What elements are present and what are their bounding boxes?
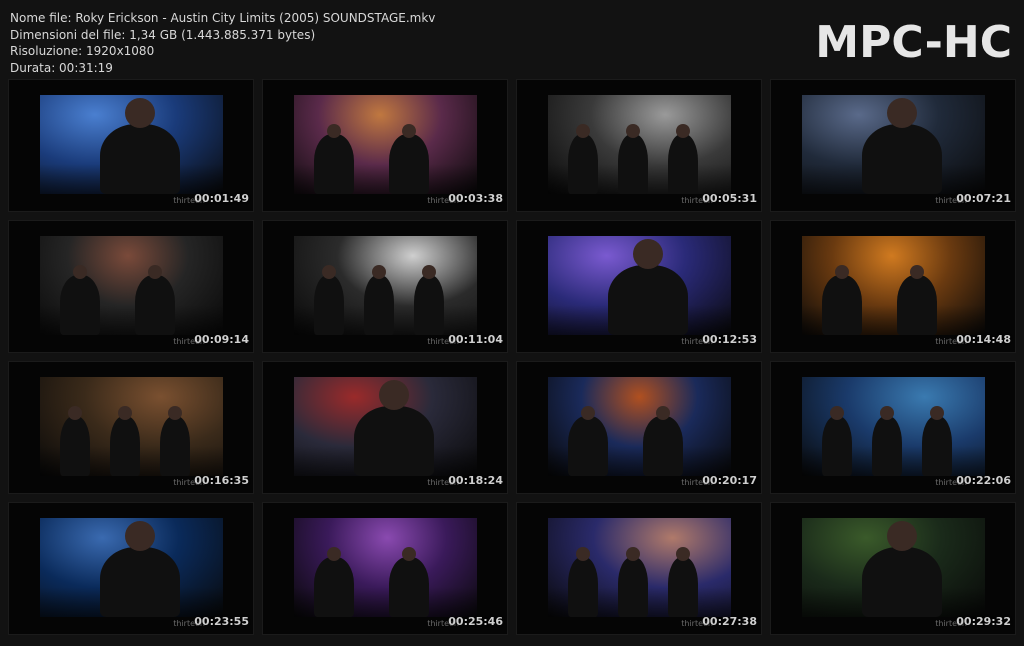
video-thumbnail: thirteen 00:09:14 — [9, 221, 253, 352]
thumbnail-frame — [548, 518, 731, 617]
video-thumbnail: thirteen 00:07:21 — [771, 80, 1015, 211]
video-thumbnail: thirteen 00:22:06 — [771, 362, 1015, 493]
timestamp: 00:07:21 — [956, 192, 1011, 205]
file-size: Dimensioni del file: 1,34 GB (1.443.885.… — [10, 27, 316, 42]
video-thumbnail: thirteen 00:25:46 — [263, 503, 507, 634]
thumbnail-frame — [40, 95, 223, 194]
timestamp: 00:18:24 — [448, 474, 503, 487]
thumbnail-frame — [294, 377, 477, 476]
timestamp: 00:22:06 — [956, 474, 1011, 487]
thumbnail-frame — [40, 236, 223, 335]
thumbnail-frame — [548, 95, 731, 194]
video-thumbnail: thirteen 00:01:49 — [9, 80, 253, 211]
timestamp: 00:12:53 — [702, 333, 757, 346]
timestamp: 00:16:35 — [194, 474, 249, 487]
video-thumbnail: thirteen 00:29:32 — [771, 503, 1015, 634]
timestamp: 00:01:49 — [194, 192, 249, 205]
timestamp: 00:14:48 — [956, 333, 1011, 346]
thumbnail-frame — [40, 518, 223, 617]
mpc-hc-logo: MPC-HC — [815, 17, 1012, 68]
video-thumbnail: thirteen 00:03:38 — [263, 80, 507, 211]
video-thumbnail: thirteen 00:23:55 — [9, 503, 253, 634]
timestamp: 00:23:55 — [194, 615, 249, 628]
video-thumbnail: thirteen 00:27:38 — [517, 503, 761, 634]
thumbnail-frame — [548, 377, 731, 476]
timestamp: 00:25:46 — [448, 615, 503, 628]
thumbnail-frame — [294, 236, 477, 335]
video-thumbnail: thirteen 00:12:53 — [517, 221, 761, 352]
video-thumbnail: thirteen 00:20:17 — [517, 362, 761, 493]
timestamp: 00:09:14 — [194, 333, 249, 346]
video-thumbnail: thirteen 00:14:48 — [771, 221, 1015, 352]
video-thumbnail: thirteen 00:11:04 — [263, 221, 507, 352]
resolution: Risoluzione: 1920x1080 — [10, 44, 155, 58]
thumbnail-grid: thirteen 00:01:49 thirteen 00:03:38 thirteen… — [9, 80, 1015, 634]
thumbnail-frame — [40, 377, 223, 476]
timestamp: 00:03:38 — [448, 192, 503, 205]
video-thumbnail: thirteen 00:16:35 — [9, 362, 253, 493]
thumbnail-frame — [802, 95, 985, 194]
file-name: Nome file: Roky Erickson - Austin City L… — [10, 11, 436, 25]
timestamp: 00:11:04 — [448, 333, 503, 346]
timestamp: 00:05:31 — [702, 192, 757, 205]
thumbnail-frame — [294, 518, 477, 617]
timestamp: 00:20:17 — [702, 474, 757, 487]
video-thumbnail: thirteen 00:05:31 — [517, 80, 761, 211]
file-info: Nome file: Roky Erickson - Austin City L… — [10, 10, 435, 76]
thumbnail-frame — [548, 236, 731, 335]
timestamp: 00:29:32 — [956, 615, 1011, 628]
timestamp: 00:27:38 — [702, 615, 757, 628]
thumbnail-frame — [802, 377, 985, 476]
video-thumbnail: thirteen 00:18:24 — [263, 362, 507, 493]
thumbnail-frame — [802, 236, 985, 335]
duration: Durata: 00:31:19 — [10, 60, 113, 75]
thumbnail-frame — [294, 95, 477, 194]
thumbnail-frame — [802, 518, 985, 617]
